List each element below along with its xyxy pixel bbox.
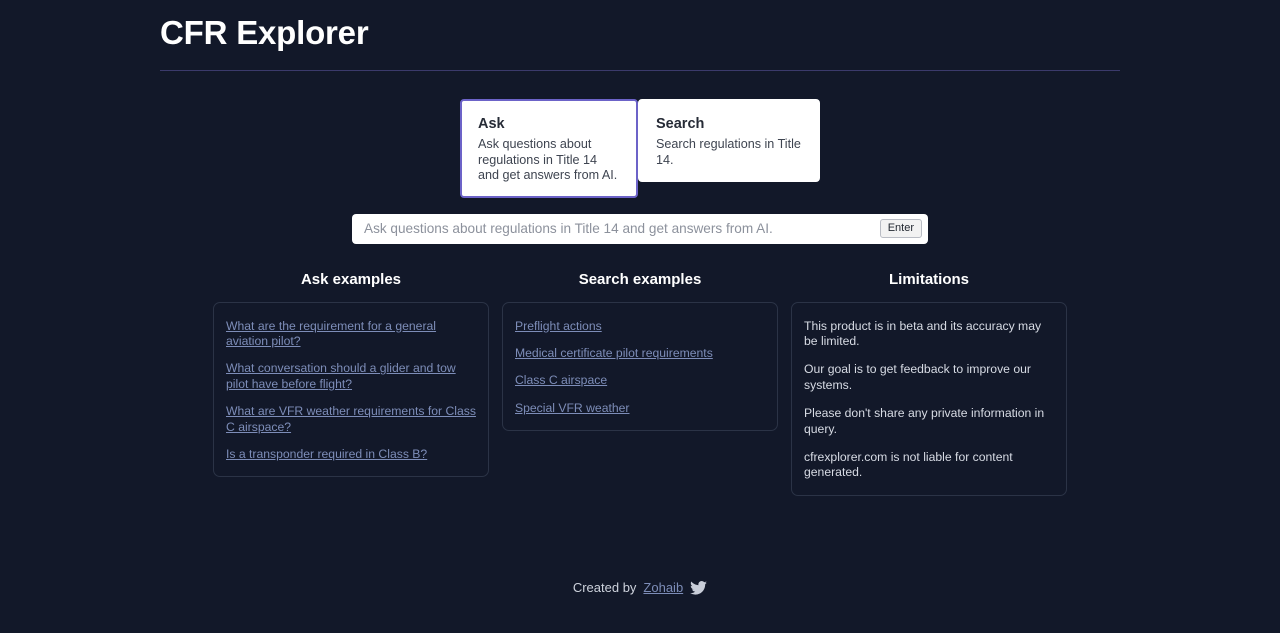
enter-button[interactable]: Enter	[879, 219, 922, 238]
list-item[interactable]: What are the requirement for a general a…	[226, 319, 476, 350]
column-ask-examples: Ask examples What are the requirement fo…	[213, 270, 489, 496]
list-item: Please don't share any private informati…	[804, 406, 1045, 436]
limitations-heading: Limitations	[888, 270, 969, 288]
info-columns: Ask examples What are the requirement fo…	[0, 270, 1280, 496]
list-item: Our goal is to get feedback to improve o…	[804, 362, 1031, 392]
tab-ask-title: Ask	[478, 116, 505, 132]
footer-author-link[interactable]: Zohaib	[643, 580, 683, 595]
search-examples-card: Preflight actions Medical certificate pi…	[502, 301, 778, 432]
query-row: Enter	[0, 213, 1280, 244]
tab-search-title: Search	[656, 116, 705, 132]
column-search-examples: Search examples Preflight actions Medica…	[502, 270, 778, 496]
page-header: CFR Explorer	[0, 0, 1280, 71]
list-item[interactable]: Preflight actions	[515, 319, 765, 334]
list-item[interactable]: Is a transponder required in Class B?	[226, 447, 476, 462]
limitations-card: This product is in beta and its accuracy…	[791, 301, 1067, 496]
list-item[interactable]: Medical certificate pilot requirements	[515, 346, 765, 361]
footer: Created by Zohaib	[0, 580, 1280, 595]
mode-tabs: Ask Ask questions about regulations in T…	[0, 99, 1280, 198]
tab-search-description: Search regulations in Title 14.	[656, 137, 801, 167]
list-item: This product is in beta and its accuracy…	[804, 318, 1042, 348]
header-divider	[160, 70, 1120, 71]
tab-search[interactable]: Search Search regulations in Title 14.	[638, 99, 820, 182]
twitter-icon[interactable]	[690, 580, 708, 595]
app-root: CFR Explorer Ask Ask questions about reg…	[0, 0, 1280, 633]
column-limitations: Limitations This product is in beta and …	[791, 270, 1067, 496]
ask-examples-card: What are the requirement for a general a…	[213, 301, 489, 478]
page-title: CFR Explorer	[160, 14, 369, 51]
query-box: Enter	[352, 213, 928, 244]
list-item[interactable]: What conversation should a glider and to…	[226, 361, 476, 392]
list-item[interactable]: Class C airspace	[515, 373, 765, 388]
list-item: cfrexplorer.com is not liable for conten…	[804, 449, 1013, 480]
tab-ask-description: Ask questions about regulations in Title…	[478, 137, 618, 182]
tab-ask[interactable]: Ask Ask questions about regulations in T…	[460, 99, 638, 198]
list-item[interactable]: Special VFR weather	[515, 401, 765, 416]
list-item[interactable]: What are VFR weather requirements for Cl…	[226, 404, 476, 435]
search-input[interactable]	[364, 215, 880, 242]
ask-examples-heading: Ask examples	[300, 270, 402, 288]
search-examples-heading: Search examples	[578, 270, 702, 288]
footer-prefix: Created by	[572, 580, 637, 595]
